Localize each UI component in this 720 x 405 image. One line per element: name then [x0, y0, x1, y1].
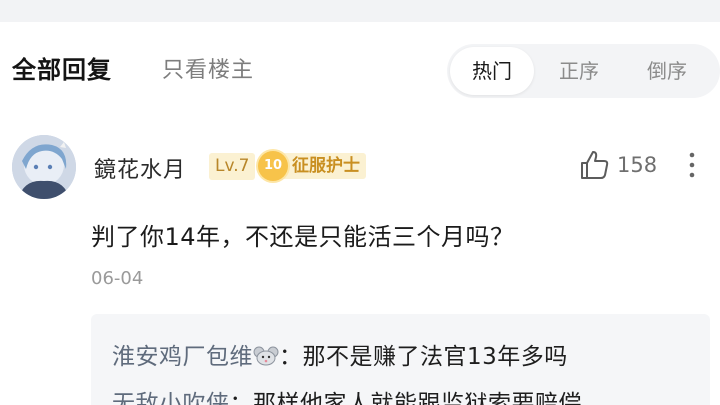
like-count: 158 — [617, 153, 658, 177]
honor-badge[interactable]: 征服护士 10 — [258, 150, 370, 181]
reply-separator: ： — [279, 344, 303, 370]
level-badge: Lv.7 — [209, 153, 256, 180]
reply-item[interactable]: 无敌小吹侠：那样他家人就能跟监狱索要赔偿 — [112, 384, 582, 405]
avatar[interactable] — [12, 135, 76, 199]
honor-title: 征服护士 — [284, 153, 366, 179]
comment-text: 判了你14年，不还是只能活三个月吗？ — [91, 223, 515, 251]
sort-descending-button[interactable]: 倒序 — [631, 44, 703, 98]
reply-preview-box[interactable]: 淮安鸡厂包维 ：那不是赚了法官13年多吗 无敌小吹侠：那样他家人就能跟监狱索要赔… — [91, 314, 710, 405]
reply-item[interactable]: 淮安鸡厂包维 ：那不是赚了法官13年多吗 — [112, 337, 568, 371]
comment-username[interactable]: 鏡花水月 — [94, 152, 186, 184]
tab-op-only[interactable]: 只看楼主 — [162, 52, 254, 84]
reply-username[interactable]: 无敌小吹侠 — [112, 391, 230, 405]
more-options-icon[interactable] — [686, 150, 698, 180]
reply-separator: ： — [229, 391, 253, 405]
reply-text: 那不是赚了法官13年多吗 — [302, 344, 568, 370]
thumbs-up-icon[interactable] — [578, 148, 612, 182]
sort-ascending-button[interactable]: 正序 — [543, 44, 615, 98]
sort-segmented-control: 热门 正序 倒序 — [447, 44, 720, 98]
mouse-icon — [253, 346, 279, 366]
honor-level-icon: 10 — [258, 151, 288, 181]
reply-username[interactable]: 淮安鸡厂包维 — [112, 344, 253, 370]
reply-text: 那样他家人就能跟监狱索要赔偿 — [253, 391, 582, 405]
top-divider-strip — [0, 0, 720, 22]
sort-hot-button[interactable]: 热门 — [450, 47, 534, 95]
comment-date: 06-04 — [91, 268, 144, 289]
tab-all-replies[interactable]: 全部回复 — [12, 50, 112, 85]
